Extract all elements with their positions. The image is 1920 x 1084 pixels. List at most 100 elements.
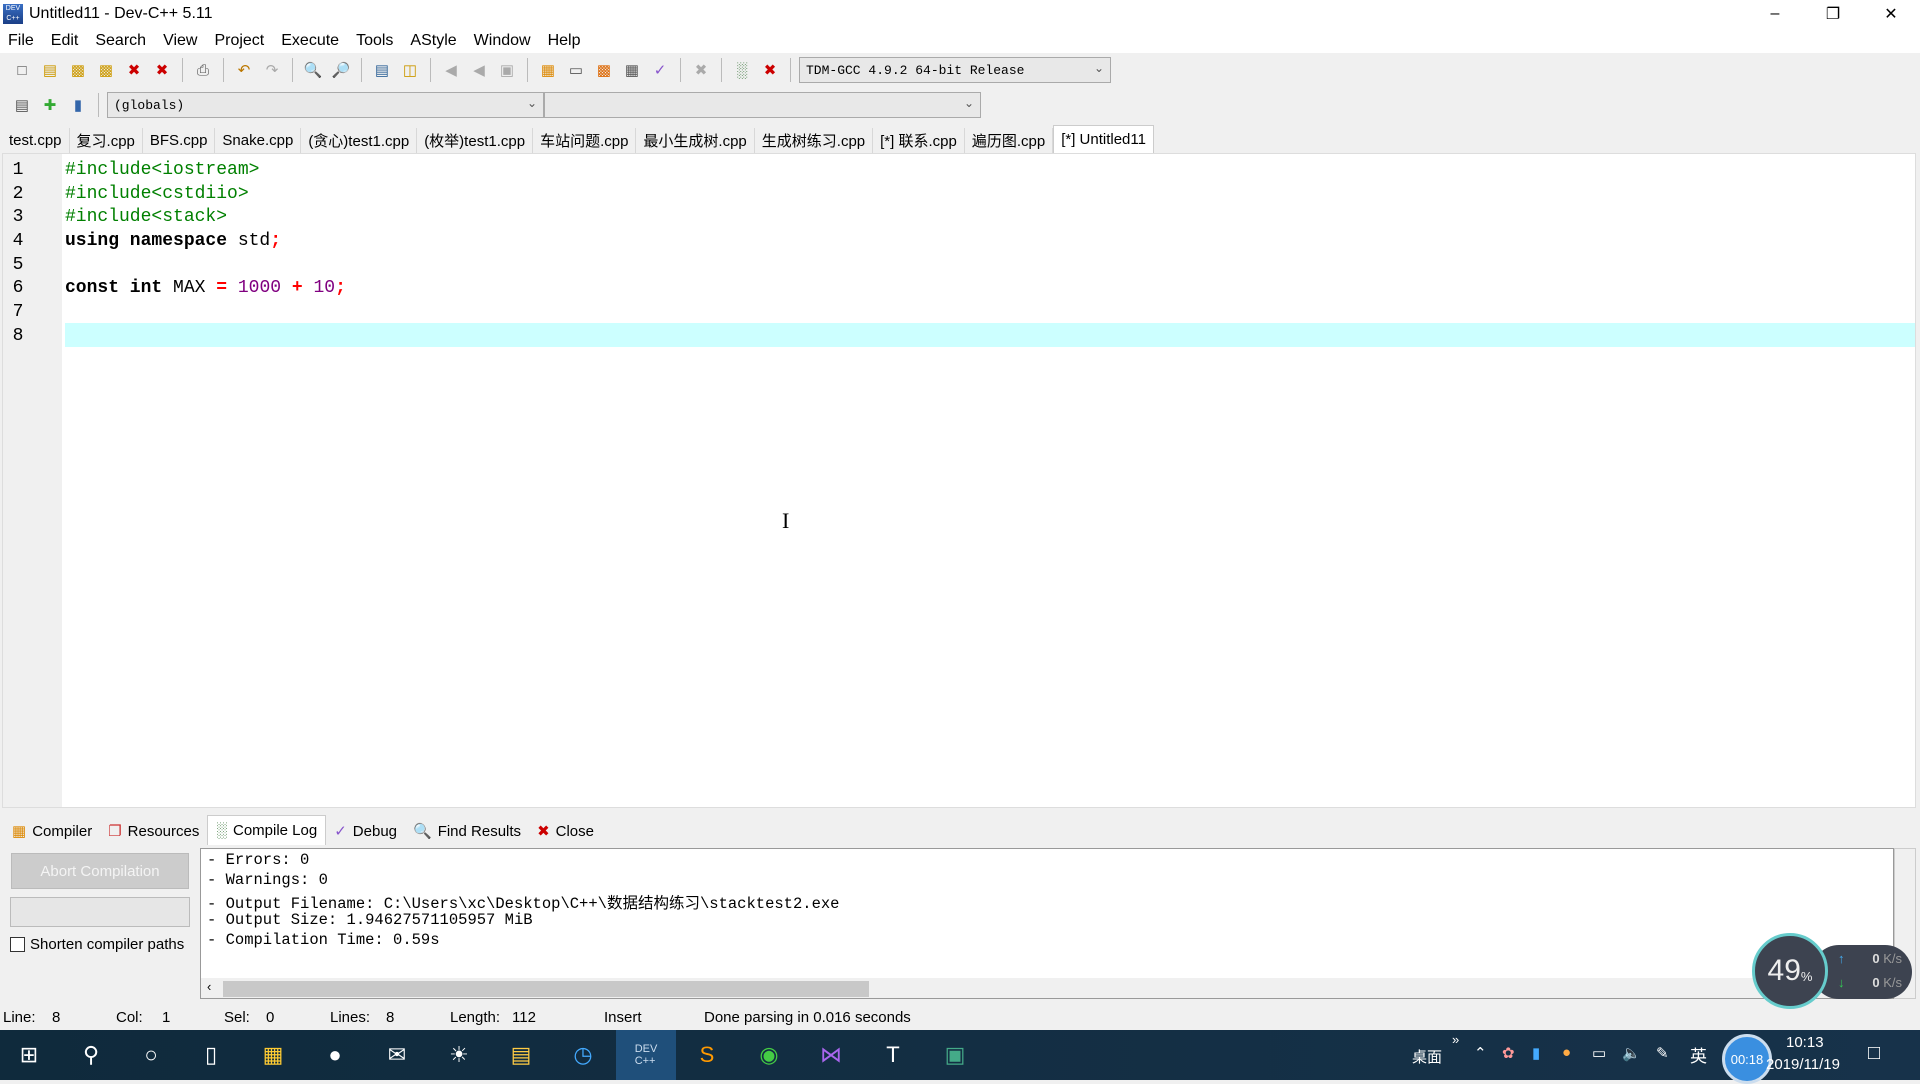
battery-icon[interactable]: ▭ — [1592, 1044, 1606, 1062]
qq-tray-icon[interactable]: ● — [1562, 1044, 1571, 1061]
open-file-icon[interactable]: ▤ — [38, 58, 62, 82]
file-tab[interactable]: test.cpp — [2, 128, 70, 153]
usb-icon[interactable]: ▮ — [1532, 1044, 1540, 1062]
horizontal-scrollbar[interactable]: ‹ — [201, 978, 1893, 998]
file-tab[interactable]: 复习.cpp — [70, 128, 143, 153]
show-hidden-icons[interactable]: ⌃ — [1474, 1044, 1487, 1062]
bookmark-forward-icon[interactable]: ◀ — [467, 58, 491, 82]
notification-icon[interactable]: □ — [1868, 1042, 1880, 1065]
store-icon[interactable]: ▦ — [258, 1040, 288, 1070]
qq-icon[interactable]: ● — [320, 1040, 350, 1070]
shorten-paths-checkbox[interactable]: Shorten compiler paths — [10, 936, 184, 953]
close-all-icon[interactable]: ✖ — [150, 58, 174, 82]
devcpp-taskbar-icon[interactable]: DEV C++ — [616, 1030, 676, 1080]
abort-compilation-button[interactable]: Abort Compilation — [11, 853, 189, 889]
timer-badge[interactable]: 00:18 — [1722, 1034, 1772, 1084]
menu-execute[interactable]: Execute — [281, 32, 339, 50]
compile-run-icon[interactable]: ▩ — [592, 58, 616, 82]
chrome-icon[interactable]: ◉ — [754, 1040, 784, 1070]
rebuild-all-icon[interactable]: ▦ — [620, 58, 644, 82]
tab-close[interactable]: ✖ Close — [529, 817, 602, 845]
scroll-thumb[interactable] — [223, 981, 869, 997]
bookmark-back-icon[interactable]: ◀ — [439, 58, 463, 82]
menu-tools[interactable]: Tools — [356, 32, 393, 50]
scroll-left-icon[interactable]: ‹ — [207, 979, 211, 994]
file-tab-active[interactable]: [*] Untitled11 — [1053, 125, 1154, 153]
new-file-icon[interactable]: □ — [10, 58, 34, 82]
find-icon[interactable]: 🔍 — [301, 58, 325, 82]
unindent-icon[interactable]: ◫ — [398, 58, 422, 82]
clock-date[interactable]: 2019/11/19 — [1766, 1056, 1840, 1073]
compile-log-output[interactable]: - Errors: 0 - Warnings: 0 - Output Filen… — [200, 848, 1894, 999]
cortana-icon[interactable]: ○ — [136, 1040, 166, 1070]
desktop-toolbar-label[interactable]: 桌面 — [1412, 1046, 1442, 1067]
menu-project[interactable]: Project — [214, 32, 264, 50]
pen-icon[interactable]: ✎ — [1656, 1044, 1669, 1062]
stop-execution-icon[interactable]: ✖ — [689, 58, 713, 82]
windows-start-icon[interactable]: ⊞ — [14, 1040, 44, 1070]
insert-icon[interactable]: ▤ — [10, 93, 34, 117]
replace-icon[interactable]: 🔎 — [329, 58, 353, 82]
tab-find-results[interactable]: 🔍 Find Results — [405, 817, 529, 845]
file-tab[interactable]: (贪心)test1.cpp — [301, 128, 418, 153]
compile-icon[interactable]: ▦ — [536, 58, 560, 82]
compiler-select[interactable]: TDM-GCC 4.9.2 64-bit Release ⌄ — [799, 57, 1111, 83]
menu-file[interactable]: File — [8, 32, 34, 50]
ie-browser-icon[interactable]: ◷ — [568, 1040, 598, 1070]
close-window-button[interactable]: ✕ — [1862, 0, 1920, 28]
file-tab[interactable]: 生成树练习.cpp — [755, 128, 874, 153]
run-icon[interactable]: ▭ — [564, 58, 588, 82]
file-tab[interactable]: [*] 联系.cpp — [873, 128, 965, 153]
save-icon[interactable]: ▩ — [66, 58, 90, 82]
goto-declaration-icon[interactable]: ✚ — [38, 93, 62, 117]
toggle-comment-icon[interactable]: ▣ — [495, 58, 519, 82]
menu-view[interactable]: View — [163, 32, 197, 50]
menu-window[interactable]: Window — [474, 32, 531, 50]
file-tab[interactable]: (枚举)test1.cpp — [417, 128, 534, 153]
tab-debug[interactable]: ✓ Debug — [326, 817, 405, 845]
profile-chart-icon[interactable]: ░ — [730, 58, 754, 82]
code-editor[interactable]: 1 2 3 4 5 6 7 8 #include<iostream> #incl… — [2, 153, 1916, 808]
system-monitor-widget[interactable]: ↑ 0 K/s ↓ 0 K/s 49% — [1752, 933, 1912, 1009]
checkbox-box[interactable] — [10, 937, 25, 952]
file-explorer-icon[interactable]: ▤ — [506, 1040, 536, 1070]
scope-select[interactable]: (globals) ⌄ — [107, 92, 544, 118]
toggle-bookmark-icon[interactable]: ▮ — [66, 93, 90, 117]
tab-resources[interactable]: ❐ Resources — [100, 817, 207, 845]
syntax-check-icon[interactable]: ✓ — [648, 58, 672, 82]
clock-time[interactable]: 10:13 — [1786, 1034, 1824, 1051]
undo-icon[interactable]: ↶ — [232, 58, 256, 82]
mail-icon[interactable]: ✉ — [382, 1040, 412, 1070]
minimize-button[interactable]: – — [1746, 0, 1804, 28]
menu-help[interactable]: Help — [548, 32, 581, 50]
task-view-icon[interactable]: ▯ — [196, 1040, 226, 1070]
tray-app-icon[interactable]: ✿ — [1502, 1044, 1515, 1062]
volume-icon[interactable]: 🔈 — [1622, 1044, 1641, 1062]
menu-astyle[interactable]: AStyle — [410, 32, 456, 50]
search-icon[interactable]: ⚲ — [76, 1040, 106, 1070]
double-chevron-icon[interactable]: » — [1452, 1032, 1459, 1047]
redo-icon[interactable]: ↷ — [260, 58, 284, 82]
member-select[interactable]: ⌄ — [544, 92, 981, 118]
file-tab[interactable]: BFS.cpp — [143, 128, 216, 153]
file-tab[interactable]: 遍历图.cpp — [965, 128, 1054, 153]
app-window-icon[interactable]: ▣ — [940, 1040, 970, 1070]
brightness-icon[interactable]: ☀ — [444, 1040, 474, 1070]
file-tab[interactable]: Snake.cpp — [215, 128, 302, 153]
file-tab[interactable]: 最小生成树.cpp — [636, 128, 755, 153]
typora-icon[interactable]: T — [878, 1040, 908, 1070]
menu-search[interactable]: Search — [95, 32, 146, 50]
print-icon[interactable]: ⎙ — [191, 58, 215, 82]
delete-profile-icon[interactable]: ✖ — [758, 58, 782, 82]
visual-studio-icon[interactable]: ⋈ — [816, 1040, 846, 1070]
close-file-icon[interactable]: ✖ — [122, 58, 146, 82]
sublime-icon[interactable]: S — [692, 1040, 722, 1070]
ime-indicator[interactable]: 英 — [1690, 1042, 1707, 1067]
tab-compiler[interactable]: ▦ Compiler — [4, 817, 100, 845]
menu-edit[interactable]: Edit — [51, 32, 79, 50]
file-tab[interactable]: 车站问题.cpp — [533, 128, 637, 153]
restore-button[interactable]: ❐ — [1804, 0, 1862, 28]
indent-icon[interactable]: ▤ — [370, 58, 394, 82]
save-all-icon[interactable]: ▩ — [94, 58, 118, 82]
tab-compile-log[interactable]: ░ Compile Log — [207, 815, 327, 845]
